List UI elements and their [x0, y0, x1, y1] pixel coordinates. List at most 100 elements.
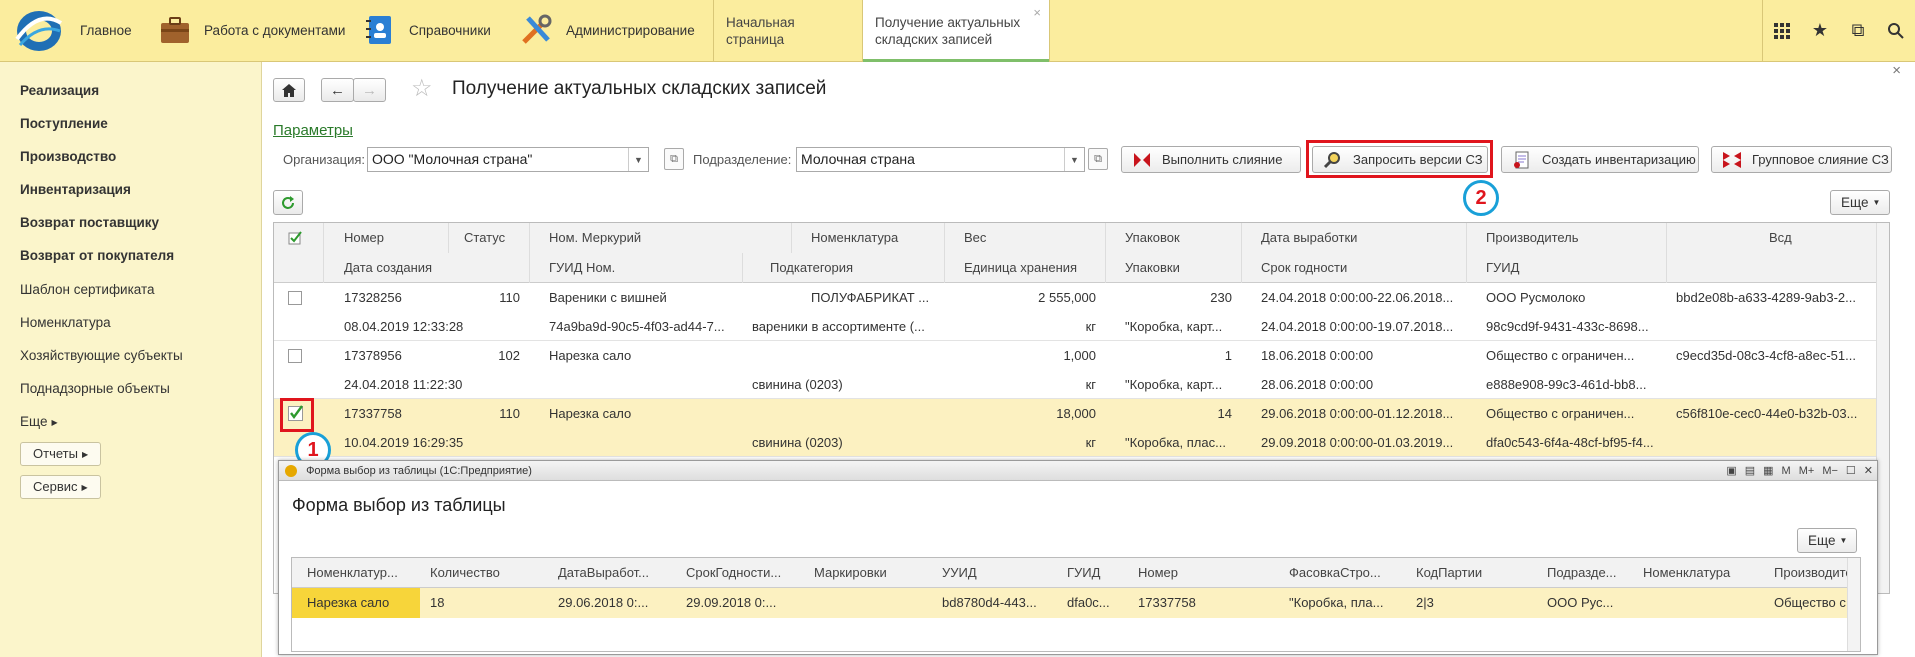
- pcol-department[interactable]: Подразде...: [1537, 558, 1617, 588]
- row-checkbox[interactable]: [288, 291, 302, 305]
- star-icon[interactable]: ★: [1801, 0, 1839, 61]
- open-organization-icon[interactable]: ⧉: [664, 148, 684, 170]
- col-packages[interactable]: Упаковок: [1115, 223, 1180, 253]
- department-field[interactable]: Молочная страна ▼: [796, 147, 1085, 172]
- tab-close-icon[interactable]: ×: [1033, 4, 1041, 21]
- col-vsd[interactable]: Всд: [1759, 223, 1792, 253]
- close-icon[interactable]: ✕: [1864, 461, 1873, 481]
- create-inventory-button[interactable]: Создать инвентаризацию: [1501, 146, 1699, 173]
- group-merge-button[interactable]: Групповое слияние СЗ: [1711, 146, 1892, 173]
- col-weight[interactable]: Вес: [954, 223, 986, 253]
- check-all-icon[interactable]: [288, 230, 304, 246]
- cell-nom-guid: 74a9ba9d-90c5-4f03-ad44-7...: [549, 319, 725, 334]
- col-number[interactable]: Номер: [334, 223, 384, 253]
- pcol-guid[interactable]: ГУИД: [1057, 558, 1100, 588]
- memory-minus-button[interactable]: M−: [1822, 461, 1838, 481]
- forward-button[interactable]: →: [353, 78, 386, 102]
- reports-button[interactable]: Отчеты ▶: [20, 442, 102, 466]
- pcol-producer[interactable]: Производите: [1764, 558, 1853, 588]
- popup-more-button[interactable]: Еще ▼: [1797, 528, 1857, 553]
- popup-table-scrollbar[interactable]: [1847, 558, 1860, 651]
- col-status[interactable]: Статус: [454, 223, 505, 253]
- pcol-markings[interactable]: Маркировки: [804, 558, 887, 588]
- pcol-production-date[interactable]: ДатаВыработ...: [548, 558, 649, 588]
- sidebar-item-inventory[interactable]: Инвентаризация: [20, 182, 131, 197]
- dropdown-arrow-icon[interactable]: ▼: [1064, 148, 1084, 171]
- popup-table-header: Номенклатур... Количество ДатаВыработ...…: [292, 558, 1860, 588]
- col-production-date[interactable]: Дата выработки: [1251, 223, 1357, 253]
- memory-m-button[interactable]: M: [1782, 461, 1791, 481]
- tab-current-form[interactable]: Получение актуальных складских записей ×: [863, 0, 1050, 62]
- top-section-bar: Главное Работа с документами Справочники…: [0, 0, 1915, 62]
- merge-button[interactable]: Выполнить слияние: [1121, 146, 1301, 173]
- open-department-icon[interactable]: ⧉: [1088, 148, 1108, 170]
- sidebar-item-return-supplier[interactable]: Возврат поставщику: [20, 215, 159, 230]
- calc-icon[interactable]: ▦: [1763, 461, 1773, 481]
- popup-window-title: Форма выбор из таблицы (1С:Предприятие): [306, 465, 532, 477]
- more-button[interactable]: Еще ▼: [1830, 190, 1890, 215]
- sidebar-item-production[interactable]: Производство: [20, 149, 116, 164]
- sidebar-item-supervised-objects[interactable]: Поднадзорные объекты: [20, 381, 170, 396]
- cell-packages: 14: [1217, 406, 1232, 421]
- back-button[interactable]: ←: [321, 78, 354, 102]
- col-expiry[interactable]: Срок годности: [1251, 253, 1347, 283]
- col-created-date[interactable]: Дата создания: [334, 253, 432, 283]
- row-checkbox[interactable]: [288, 349, 302, 363]
- table-row-selected[interactable]: 17337758 110 Нарезка сало 18,000 14 29.0…: [274, 399, 1889, 457]
- restore-icon[interactable]: ☐: [1846, 461, 1856, 481]
- col-subcategory[interactable]: Подкатегория: [760, 253, 853, 283]
- tab-home-page[interactable]: Начальная страница: [713, 0, 863, 61]
- col-nom-guid[interactable]: ГУИД Ном.: [539, 253, 615, 283]
- sidebar-more-label: Еще: [20, 414, 48, 429]
- sidebar-item-nomenclature[interactable]: Номенклатура: [20, 315, 111, 330]
- doc-icon[interactable]: ▤: [1745, 461, 1755, 481]
- section-administration[interactable]: Администрирование: [506, 0, 713, 61]
- pcol-batch-code[interactable]: КодПартии: [1406, 558, 1482, 588]
- cell-vsd: c56f810e-cec0-44e0-b32b-03...: [1676, 406, 1858, 421]
- column-divider: [791, 223, 792, 253]
- cell-storage-unit: кг: [1085, 377, 1096, 392]
- document-add-icon: [1514, 151, 1529, 168]
- organization-field[interactable]: ООО "Молочная страна" ▼: [367, 147, 649, 172]
- col-nom-mercury[interactable]: Ном. Меркурий: [539, 223, 641, 253]
- memory-plus-button[interactable]: M+: [1799, 461, 1815, 481]
- col-packaging[interactable]: Упаковки: [1115, 253, 1180, 283]
- sidebar-item-sales[interactable]: Реализация: [20, 83, 99, 98]
- service-button[interactable]: Сервис ▶: [20, 475, 101, 499]
- pin-icon[interactable]: ▣: [1726, 461, 1736, 481]
- pcol-packaging[interactable]: ФасовкаСтро...: [1279, 558, 1381, 588]
- history-icon[interactable]: ⧉: [1839, 0, 1877, 61]
- pcol-expiry[interactable]: СрокГодности...: [676, 558, 781, 588]
- section-documents[interactable]: Работа с документами: [144, 0, 349, 61]
- section-documents-label: Работа с документами: [204, 23, 346, 38]
- search-icon[interactable]: [1877, 0, 1915, 61]
- pcol-quantity[interactable]: Количество: [420, 558, 500, 588]
- col-nomenclature[interactable]: Номенклатура: [801, 223, 898, 253]
- parameters-link[interactable]: Параметры: [273, 122, 353, 139]
- cell-number: 17328256: [344, 290, 402, 305]
- col-storage-unit[interactable]: Единица хранения: [954, 253, 1077, 283]
- pcol-nomenclature2[interactable]: Номенклатура: [1633, 558, 1730, 588]
- form-close-icon[interactable]: ×: [1892, 62, 1901, 79]
- pcol-nomenclature[interactable]: Номенклатур...: [297, 558, 398, 588]
- home-button[interactable]: [273, 78, 305, 102]
- favorite-star-icon[interactable]: ☆: [411, 74, 433, 103]
- sidebar-item-receipts[interactable]: Поступление: [20, 116, 108, 131]
- sidebar-item-return-customer[interactable]: Возврат от покупателя: [20, 248, 174, 263]
- pcol-uuid[interactable]: УУИД: [932, 558, 977, 588]
- reports-button-label: Отчеты: [33, 446, 78, 461]
- sidebar-item-certificate-template[interactable]: Шаблон сертификата: [20, 282, 155, 297]
- dropdown-arrow-icon[interactable]: ▼: [628, 148, 648, 171]
- col-guid[interactable]: ГУИД: [1476, 253, 1519, 283]
- grid-menu-icon[interactable]: [1763, 0, 1801, 61]
- table-row[interactable]: 17328256 110 Вареники с вишней ПОЛУФАБРИ…: [274, 283, 1889, 341]
- section-references[interactable]: Справочники: [349, 0, 506, 61]
- sidebar-more[interactable]: Еще ▶: [20, 414, 58, 429]
- section-main[interactable]: Главное: [0, 0, 144, 61]
- refresh-button[interactable]: [273, 190, 303, 215]
- pcol-number[interactable]: Номер: [1128, 558, 1178, 588]
- col-producer[interactable]: Производитель: [1476, 223, 1579, 253]
- popup-table-row[interactable]: Нарезка сало 18 29.06.2018 0:... 29.09.2…: [292, 588, 1860, 618]
- table-row[interactable]: 17378956 102 Нарезка сало 1,000 1 18.06.…: [274, 341, 1889, 399]
- sidebar-item-business-entities[interactable]: Хозяйствующие субъекты: [20, 348, 183, 363]
